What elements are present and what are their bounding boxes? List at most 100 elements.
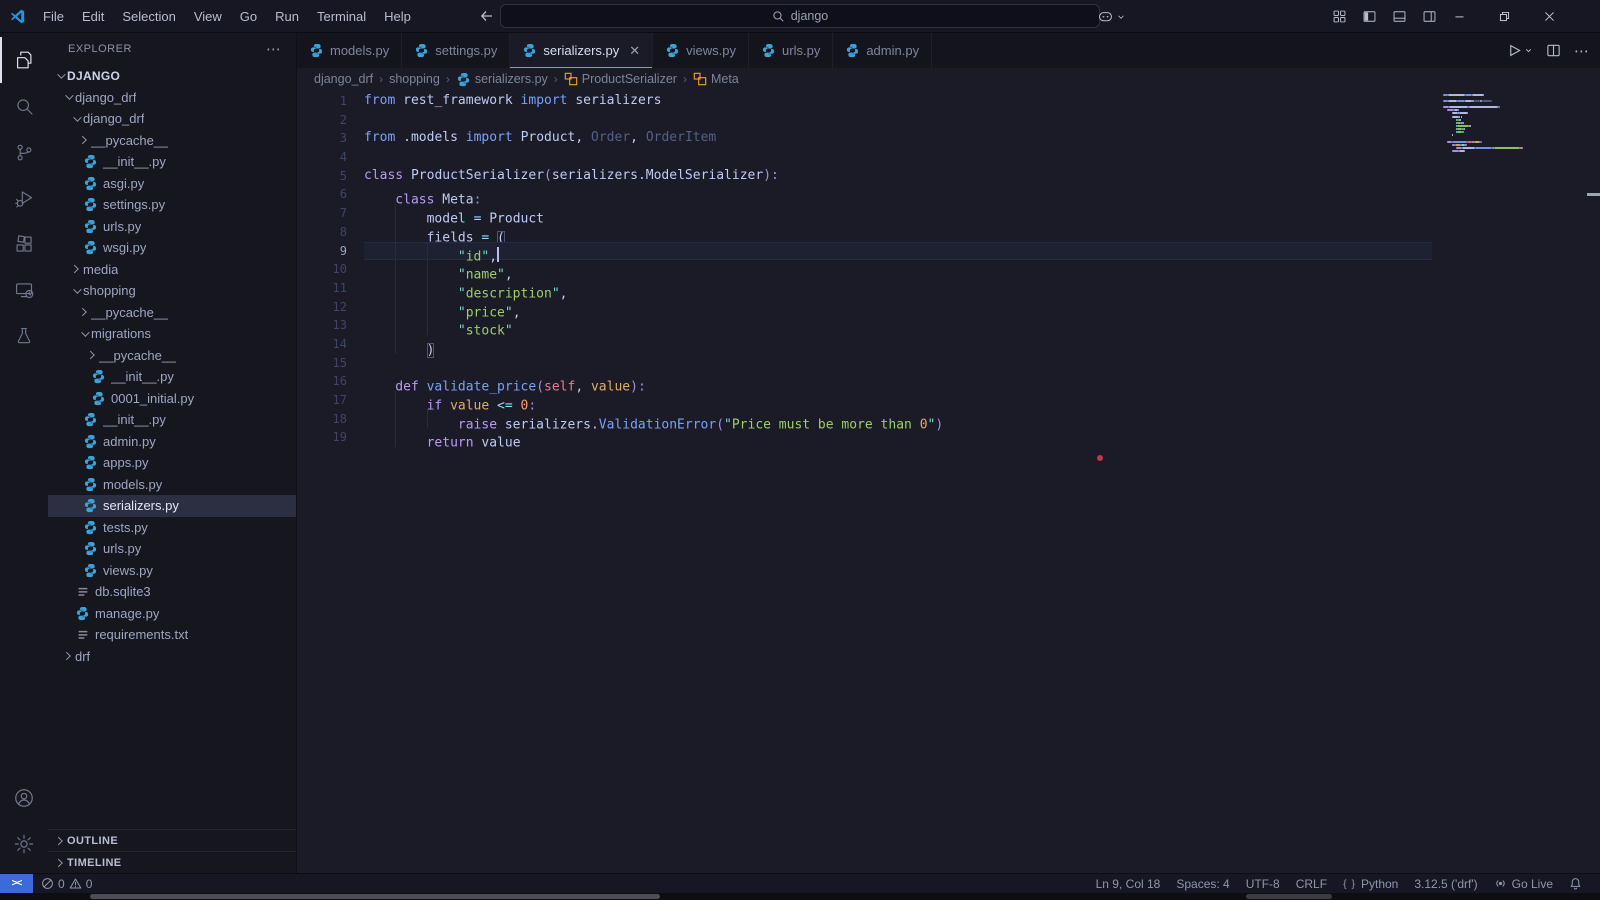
customize-layout-icon[interactable] bbox=[1332, 9, 1347, 24]
code-line-16[interactable]: 16 def validate_price(self, value): bbox=[297, 372, 1600, 395]
copilot-menu[interactable] bbox=[1097, 0, 1126, 33]
tab-admin.py[interactable]: admin.py bbox=[833, 33, 933, 68]
back-arrow-icon[interactable] bbox=[476, 8, 498, 24]
status-indentation[interactable]: Spaces: 4 bbox=[1168, 877, 1237, 891]
tree-item-shopping[interactable]: shopping bbox=[48, 280, 296, 302]
breadcrumb-shopping[interactable]: shopping bbox=[389, 72, 440, 86]
activity-remote-explorer[interactable] bbox=[0, 267, 48, 313]
explorer-more-actions-icon[interactable]: ⋯ bbox=[266, 40, 282, 58]
tree-item-requirements.txt[interactable]: requirements.txt bbox=[48, 624, 296, 646]
minimize-icon[interactable] bbox=[1437, 0, 1482, 33]
menu-view[interactable]: View bbox=[185, 9, 231, 24]
code-line-11[interactable]: 11 "description", bbox=[297, 279, 1600, 302]
close-icon[interactable] bbox=[1527, 0, 1572, 33]
tree-item-drf[interactable]: drf bbox=[48, 646, 296, 668]
code-line-19[interactable]: 19 return value bbox=[297, 428, 1600, 451]
menu-edit[interactable]: Edit bbox=[73, 9, 113, 24]
status-cursor-position[interactable]: Ln 9, Col 18 bbox=[1088, 877, 1169, 891]
activity-search[interactable] bbox=[0, 83, 48, 129]
tree-item-views.py[interactable]: views.py bbox=[48, 560, 296, 582]
problems-indicator[interactable]: 0 0 bbox=[33, 877, 100, 891]
minimap[interactable] bbox=[1443, 93, 1573, 153]
code-line-2[interactable]: 2 bbox=[297, 111, 1600, 130]
tab-serializers.py[interactable]: serializers.py ✕ bbox=[510, 33, 654, 68]
tree-item-admin.py[interactable]: admin.py bbox=[48, 431, 296, 453]
tree-item-__init__.py[interactable]: __init__.py bbox=[48, 151, 296, 173]
tree-item-tests.py[interactable]: tests.py bbox=[48, 517, 296, 539]
more-actions-icon[interactable]: ⋯ bbox=[1574, 42, 1590, 60]
tree-item-migrations[interactable]: migrations bbox=[48, 323, 296, 345]
activity-source-control[interactable] bbox=[0, 129, 48, 175]
tree-item-django_drf[interactable]: django_drf bbox=[48, 87, 296, 109]
restore-icon[interactable] bbox=[1482, 0, 1527, 33]
activity-accounts[interactable] bbox=[0, 775, 48, 821]
run-python-file-icon[interactable] bbox=[1507, 43, 1533, 58]
tree-item-wsgi.py[interactable]: wsgi.py bbox=[48, 237, 296, 259]
status-notifications[interactable] bbox=[1561, 877, 1590, 890]
tab-urls.py[interactable]: urls.py bbox=[749, 33, 834, 68]
tree-item-db.sqlite3[interactable]: db.sqlite3 bbox=[48, 581, 296, 603]
breadcrumb-Meta[interactable]: Meta bbox=[693, 72, 739, 86]
toggle-primary-sidebar-icon[interactable] bbox=[1362, 9, 1377, 24]
tree-root[interactable]: DJANGO bbox=[48, 65, 296, 87]
remote-indicator[interactable]: >< bbox=[0, 874, 33, 893]
code-line-15[interactable]: 15 bbox=[297, 354, 1600, 373]
menu-terminal[interactable]: Terminal bbox=[308, 9, 375, 24]
activity-run-debug[interactable] bbox=[0, 175, 48, 221]
breadcrumb-django_drf[interactable]: django_drf bbox=[314, 72, 373, 86]
tree-item-urls.py[interactable]: urls.py bbox=[48, 538, 296, 560]
code-line-9[interactable]: 9 "id", bbox=[297, 241, 1600, 264]
code-line-8[interactable]: 8 fields = ( bbox=[297, 223, 1600, 246]
tree-item-__init__.py[interactable]: __init__.py bbox=[48, 409, 296, 431]
status-go-live[interactable]: Go Live bbox=[1486, 877, 1561, 891]
tree-item-__pycache__[interactable]: __pycache__ bbox=[48, 302, 296, 324]
status-encoding[interactable]: UTF-8 bbox=[1238, 877, 1288, 891]
code-line-3[interactable]: 3 from .models import Product, Order, Or… bbox=[297, 129, 1600, 148]
tree-item-0001_initial.py[interactable]: 0001_initial.py bbox=[48, 388, 296, 410]
activity-testing[interactable] bbox=[0, 313, 48, 359]
code-line-1[interactable]: 1 from rest_framework import serializers bbox=[297, 92, 1600, 111]
menu-go[interactable]: Go bbox=[231, 9, 266, 24]
code-editor[interactable]: 1 from rest_framework import serializers… bbox=[297, 90, 1600, 873]
code-line-14[interactable]: 14 ) bbox=[297, 335, 1600, 358]
code-line-12[interactable]: 12 "price", bbox=[297, 298, 1600, 321]
menu-run[interactable]: Run bbox=[266, 9, 308, 24]
tree-item-media[interactable]: media bbox=[48, 259, 296, 281]
tree-item-__pycache__[interactable]: __pycache__ bbox=[48, 130, 296, 152]
tree-item-django_drf[interactable]: django_drf bbox=[48, 108, 296, 130]
tree-item-models.py[interactable]: models.py bbox=[48, 474, 296, 496]
tab-settings.py[interactable]: settings.py bbox=[402, 33, 511, 68]
code-line-5[interactable]: 5 class ProductSerializer(serializers.Mo… bbox=[297, 167, 1600, 186]
activity-explorer[interactable] bbox=[0, 37, 48, 83]
code-line-18[interactable]: 18 raise serializers.ValidationError("Pr… bbox=[297, 410, 1600, 433]
status-language-mode[interactable]: { } Python bbox=[1335, 877, 1406, 891]
status-eol[interactable]: CRLF bbox=[1288, 877, 1335, 891]
section-outline[interactable]: OUTLINE bbox=[48, 829, 296, 851]
tree-item-apps.py[interactable]: apps.py bbox=[48, 452, 296, 474]
activity-extensions[interactable] bbox=[0, 221, 48, 267]
code-line-13[interactable]: 13 "stock" bbox=[297, 316, 1600, 339]
tree-item-urls.py[interactable]: urls.py bbox=[48, 216, 296, 238]
section-timeline[interactable]: TIMELINE bbox=[48, 851, 296, 873]
tree-item-asgi.py[interactable]: asgi.py bbox=[48, 173, 296, 195]
split-editor-icon[interactable] bbox=[1546, 43, 1561, 58]
tree-item-__init__.py[interactable]: __init__.py bbox=[48, 366, 296, 388]
tree-item-__pycache__[interactable]: __pycache__ bbox=[48, 345, 296, 367]
code-line-10[interactable]: 10 "name", bbox=[297, 260, 1600, 283]
tree-item-settings.py[interactable]: settings.py bbox=[48, 194, 296, 216]
menu-selection[interactable]: Selection bbox=[113, 9, 184, 24]
tab-views.py[interactable]: views.py bbox=[653, 33, 750, 68]
toggle-panel-icon[interactable] bbox=[1392, 9, 1407, 24]
code-line-6[interactable]: 6 class Meta: bbox=[297, 185, 1600, 208]
activity-settings[interactable] bbox=[0, 821, 48, 867]
breadcrumb-ProductSerializer[interactable]: ProductSerializer bbox=[564, 72, 677, 86]
command-center-search[interactable]: django bbox=[500, 4, 1100, 28]
tree-item-manage.py[interactable]: manage.py bbox=[48, 603, 296, 625]
menu-file[interactable]: File bbox=[34, 9, 73, 24]
toggle-secondary-sidebar-icon[interactable] bbox=[1422, 9, 1437, 24]
code-line-7[interactable]: 7 model = Product bbox=[297, 204, 1600, 227]
breadcrumb-serializers.py[interactable]: serializers.py bbox=[456, 72, 548, 87]
tree-item-serializers.py[interactable]: serializers.py bbox=[48, 495, 296, 517]
code-line-17[interactable]: 17 if value <= 0: bbox=[297, 391, 1600, 414]
close-tab-icon[interactable]: ✕ bbox=[629, 43, 640, 59]
